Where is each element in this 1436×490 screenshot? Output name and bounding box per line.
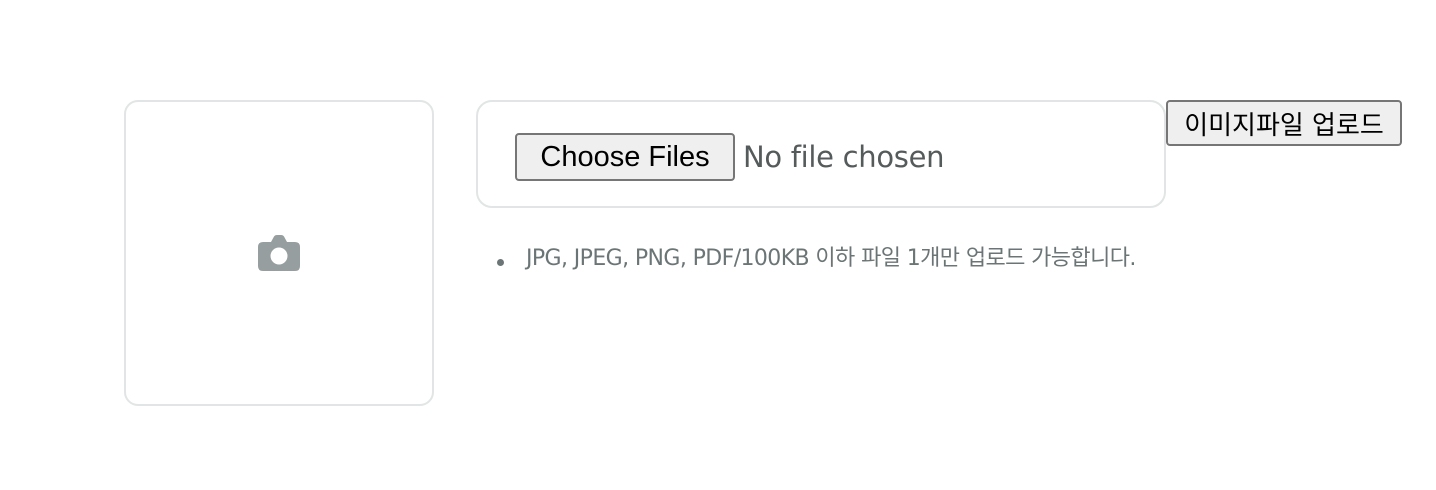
upload-notice-item: JPG, JPEG, PNG, PDF/100KB 이하 파일 1개만 업로드 … (497, 240, 1136, 278)
choose-files-button[interactable]: Choose Files (515, 133, 735, 181)
upload-notice-list: JPG, JPEG, PNG, PDF/100KB 이하 파일 1개만 업로드 … (497, 240, 1136, 278)
image-preview-box (124, 100, 434, 406)
camera-icon (258, 235, 300, 271)
bullet-icon (497, 259, 504, 266)
upload-image-button[interactable]: 이미지파일 업로드 (1166, 100, 1402, 146)
file-input-field[interactable]: Choose Files No file chosen (476, 100, 1166, 208)
file-status-text: No file chosen (743, 140, 945, 174)
upload-notice-text: JPG, JPEG, PNG, PDF/100KB 이하 파일 1개만 업로드 … (526, 246, 1136, 271)
